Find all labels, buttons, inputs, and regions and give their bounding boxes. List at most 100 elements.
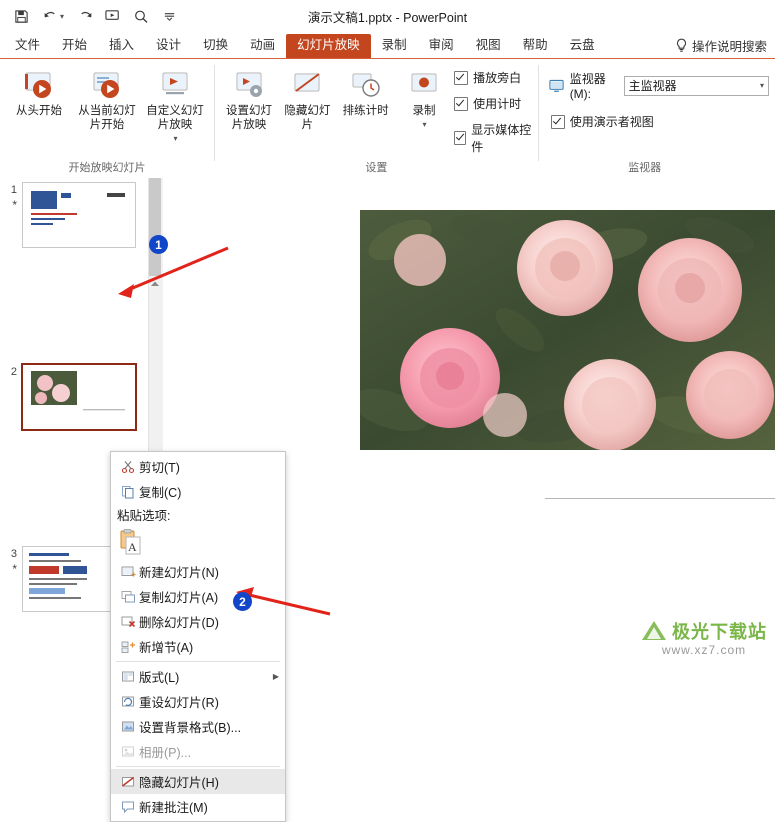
- chevron-down-icon[interactable]: ▾: [423, 118, 427, 132]
- customize-qat-icon[interactable]: [156, 4, 182, 28]
- button-label: 录制: [412, 105, 436, 117]
- rehearse-timing-icon: [349, 67, 383, 101]
- annotation-badge-1: 1: [149, 235, 168, 254]
- record-icon: [407, 67, 441, 101]
- monitor-row: 监视器(M): 主监视器 ▾: [549, 63, 769, 101]
- chevron-down-icon[interactable]: ▾: [173, 132, 177, 146]
- group-label: 设置: [365, 162, 388, 174]
- chevron-down-icon[interactable]: ▾: [760, 81, 764, 90]
- custom-slideshow-button[interactable]: 自定义幻灯片放映 ▾: [142, 63, 208, 146]
- title-separator: -: [395, 10, 400, 25]
- button-label: 自定义幻灯片放映: [146, 105, 204, 131]
- checkbox-show-media-controls[interactable]: 显示媒体控件: [454, 121, 532, 155]
- context-menu-item-format-background[interactable]: 设置背景格式(B)...: [111, 714, 285, 739]
- checkbox-box[interactable]: [550, 114, 565, 129]
- checkbox-use-presenter-view[interactable]: 使用演示者视图: [550, 113, 654, 130]
- format-background-icon: [117, 718, 139, 736]
- help-search-label: 操作说明搜索: [691, 40, 767, 54]
- menu-label: 设置背景格式(B)...: [139, 721, 242, 735]
- title-bar: ▾ 演示文稿1.pptx - PowerPoint: [0, 0, 775, 32]
- setup-slideshow-button[interactable]: 设置幻灯片放映: [221, 63, 277, 132]
- checkbox-label: 使用计时: [473, 97, 522, 111]
- help-search[interactable]: 操作说明搜索: [675, 36, 775, 58]
- monitor-select[interactable]: 主监视器 ▾: [623, 75, 769, 96]
- group-body: 从头开始 从当前幻灯片开始 自定义幻灯片放映 ▾: [6, 63, 208, 155]
- button-label: 从当前幻灯片开始: [78, 105, 136, 131]
- app-name: PowerPoint: [403, 10, 468, 25]
- button-label: 设置幻灯片放映: [226, 105, 273, 131]
- tab-home[interactable]: 开始: [51, 34, 98, 58]
- tab-transitions[interactable]: 切换: [192, 34, 239, 58]
- button-label: 从头开始: [16, 105, 62, 117]
- tab-record[interactable]: 录制: [371, 34, 418, 58]
- monitor-icon: [549, 79, 564, 93]
- record-button[interactable]: 录制 ▾: [396, 63, 452, 132]
- reset-slide-icon: [117, 693, 139, 711]
- new-comment-icon: [117, 798, 139, 816]
- tab-insert[interactable]: 插入: [98, 34, 145, 58]
- menu-label: 隐藏幻灯片(H): [139, 776, 219, 790]
- chevron-right-icon: ▶: [272, 672, 279, 681]
- quick-access-toolbar: ▾: [8, 4, 182, 28]
- redo-icon[interactable]: [72, 4, 98, 28]
- save-icon[interactable]: [8, 4, 34, 28]
- checkbox-box[interactable]: [454, 96, 469, 111]
- undo-icon[interactable]: ▾: [36, 4, 70, 28]
- rehearse-timing-button[interactable]: 排练计时: [338, 63, 394, 118]
- powerpoint-window: ▾ 演示文稿1.pptx - PowerPoint 文件 开始 插入 设计 切换…: [0, 0, 775, 822]
- ribbon-group-setup: 设置幻灯片放映 隐藏幻灯片 排练计时 录制 ▾ 播放旁白 使用计时 显示媒体控件…: [215, 59, 538, 177]
- tab-animations[interactable]: 动画: [239, 34, 286, 58]
- context-menu-item-reset-slide[interactable]: 重设幻灯片(R): [111, 689, 285, 714]
- photo-album-icon: [117, 743, 139, 761]
- checkbox-box[interactable]: [454, 70, 469, 85]
- ribbon-group-start-slideshow: 从头开始 从当前幻灯片开始 自定义幻灯片放映 ▾ 开始放映幻灯片: [0, 59, 214, 177]
- menu-label: 版式(L): [139, 671, 180, 685]
- hide-slide-button[interactable]: 隐藏幻灯片: [279, 63, 335, 132]
- hide-slide-icon: [290, 67, 324, 101]
- checkbox-label: 显示媒体控件: [471, 123, 532, 154]
- chevron-down-icon[interactable]: ▾: [60, 12, 64, 21]
- start-from-current-button[interactable]: 从当前幻灯片开始: [74, 63, 140, 132]
- checkbox-use-timings[interactable]: 使用计时: [454, 95, 532, 112]
- context-menu-item-hide-slide[interactable]: 隐藏幻灯片(H): [111, 769, 285, 794]
- context-menu-item-photo-album[interactable]: 相册(P)...: [111, 739, 285, 764]
- menu-label: 新建批注(M): [139, 801, 208, 815]
- menu-label: 相册(P)...: [139, 746, 192, 760]
- context-menu-item-new-comment[interactable]: 新建批注(M): [111, 794, 285, 819]
- group-label: 监视器: [628, 162, 662, 174]
- menu-label: 重设幻灯片(R): [139, 696, 219, 710]
- setup-show-icon: [232, 67, 266, 101]
- start-from-beginning-button[interactable]: 从头开始: [6, 63, 72, 118]
- layout-icon: [117, 668, 139, 686]
- checkbox-play-narration[interactable]: 播放旁白: [454, 69, 532, 86]
- play-from-start-icon: [22, 67, 56, 101]
- custom-show-icon: [158, 67, 192, 101]
- slideshow-icon[interactable]: [100, 4, 126, 28]
- button-label: 排练计时: [342, 105, 389, 117]
- tab-slideshow[interactable]: 幻灯片放映: [286, 34, 371, 58]
- monitor-selected-value: 主监视器: [628, 79, 677, 93]
- setup-checkbox-column: 播放旁白 使用计时 显示媒体控件: [454, 63, 532, 155]
- menu-separator: [116, 766, 280, 767]
- search-icon[interactable]: [128, 4, 154, 28]
- document-name: 演示文稿1.pptx: [307, 10, 392, 25]
- group-label: 开始放映幻灯片: [68, 162, 146, 174]
- tab-file[interactable]: 文件: [4, 34, 51, 58]
- checkbox-label: 使用演示者视图: [569, 115, 654, 129]
- tab-cloud[interactable]: 云盘: [559, 34, 606, 58]
- tab-design[interactable]: 设计: [145, 34, 192, 58]
- button-label: 隐藏幻灯片: [284, 105, 331, 131]
- ribbon-group-monitor: 监视器(M): 主监视器 ▾ 使用演示者视图 监视器: [539, 59, 775, 177]
- ribbon-tabs: 文件 开始 插入 设计 切换 动画 幻灯片放映 录制 审阅 视图 帮助 云盘 操…: [0, 32, 775, 59]
- tab-view[interactable]: 视图: [465, 34, 512, 58]
- checkbox-box[interactable]: [454, 131, 467, 145]
- lightbulb-icon: [675, 38, 688, 53]
- annotation-arrows: [118, 246, 331, 616]
- ribbon: 从头开始 从当前幻灯片开始 自定义幻灯片放映 ▾ 开始放映幻灯片 设置幻灯片放映…: [0, 59, 775, 180]
- checkbox-label: 播放旁白: [473, 71, 522, 85]
- tab-review[interactable]: 审阅: [418, 34, 465, 58]
- tab-help[interactable]: 帮助: [512, 34, 559, 58]
- menu-separator: [116, 661, 280, 662]
- context-menu-item-layout[interactable]: 版式(L) ▶: [111, 664, 285, 689]
- play-from-current-icon: [90, 67, 124, 101]
